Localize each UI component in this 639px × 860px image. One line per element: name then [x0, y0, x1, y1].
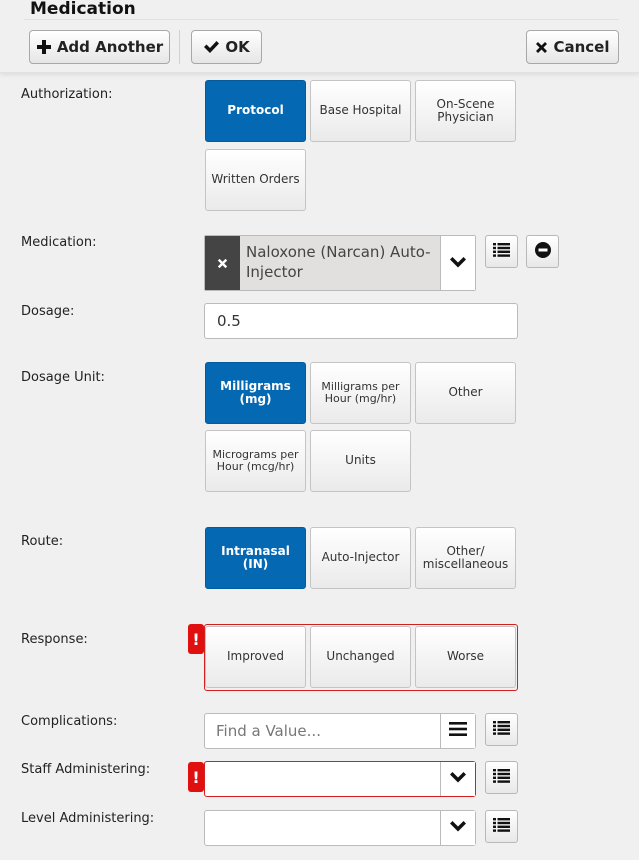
dosage-input[interactable]: 0.5	[204, 303, 518, 339]
medication-list-button[interactable]	[485, 235, 518, 268]
check-icon	[203, 40, 220, 54]
minus-circle-icon	[534, 241, 551, 262]
medication-select[interactable]: Naloxone (Narcan) Auto-Injector	[204, 235, 476, 291]
level-administering-dropdown-toggle[interactable]	[440, 811, 475, 845]
complications-list-button[interactable]	[485, 713, 518, 746]
dosage-label: Dosage:	[21, 304, 75, 319]
remove-medication-button[interactable]	[526, 235, 559, 268]
staff-administering-select[interactable]	[204, 761, 476, 797]
staff-administering-required-alert: !	[188, 762, 204, 792]
dosage-unit-option-other[interactable]: Other	[415, 362, 516, 424]
staff-administering-list-button[interactable]	[485, 761, 518, 794]
page-title: Medication	[30, 0, 136, 19]
route-label: Route:	[21, 534, 64, 549]
authorization-option-protocol[interactable]: Protocol	[205, 80, 306, 142]
add-another-button[interactable]: Add Another	[29, 30, 170, 64]
level-administering-select[interactable]	[204, 810, 476, 846]
complications-label: Complications:	[21, 714, 118, 729]
response-option-unchanged[interactable]: Unchanged	[310, 626, 411, 688]
response-option-worse[interactable]: Worse	[415, 626, 516, 688]
staff-administering-dropdown-toggle[interactable]	[440, 762, 475, 796]
chevron-down-icon	[449, 819, 467, 837]
level-administering-label: Level Administering:	[21, 811, 155, 826]
list-icon	[493, 720, 510, 739]
medication-dropdown-toggle[interactable]	[440, 236, 475, 290]
dosage-unit-label: Dosage Unit:	[21, 370, 105, 385]
clear-selection-button[interactable]	[205, 236, 240, 290]
dosage-unit-option-milligrams-per-hour[interactable]: Milligrams per Hour (mg/hr)	[310, 362, 411, 424]
complications-search-input[interactable]: Find a Value...	[204, 713, 476, 749]
staff-administering-label: Staff Administering:	[21, 762, 151, 777]
medication-value: Naloxone (Narcan) Auto-Injector	[246, 243, 431, 282]
authorization-label: Authorization:	[21, 87, 113, 102]
list-icon	[493, 817, 510, 836]
route-option-auto-injector[interactable]: Auto-Injector	[310, 527, 411, 589]
dosage-unit-option-micrograms-per-hour[interactable]: Micrograms per Hour (mcg/hr)	[205, 430, 306, 492]
medication-label: Medication:	[21, 235, 97, 250]
dosage-value: 0.5	[217, 312, 241, 330]
list-icon	[493, 768, 510, 787]
authorization-option-on-scene-physician[interactable]: On-Scene Physician	[415, 80, 516, 142]
plus-icon	[36, 39, 52, 55]
route-option-other-miscellaneous[interactable]: Other/ miscellaneous	[415, 527, 516, 589]
header-separator	[179, 30, 180, 64]
level-administering-list-button[interactable]	[485, 810, 518, 843]
header-bar: Medication Add Another OK Cancel	[0, 0, 639, 73]
complications-placeholder: Find a Value...	[216, 722, 321, 740]
authorization-option-base-hospital[interactable]: Base Hospital	[310, 80, 411, 142]
add-another-label: Add Another	[56, 38, 164, 56]
response-required-alert: !	[188, 624, 204, 654]
cancel-label: Cancel	[553, 38, 610, 56]
dosage-unit-option-units[interactable]: Units	[310, 430, 411, 492]
ok-label: OK	[225, 38, 250, 56]
cancel-button[interactable]: Cancel	[526, 30, 619, 64]
list-icon	[493, 242, 510, 261]
title-divider	[24, 19, 619, 20]
response-option-improved[interactable]: Improved	[205, 626, 306, 688]
close-icon	[535, 41, 548, 54]
close-icon	[217, 254, 228, 273]
authorization-option-written-orders[interactable]: Written Orders	[205, 149, 306, 211]
ok-button[interactable]: OK	[191, 30, 262, 64]
chevron-down-icon	[449, 254, 467, 273]
chevron-down-icon	[449, 770, 467, 788]
complications-menu-button[interactable]	[440, 714, 475, 748]
dosage-unit-option-milligrams[interactable]: Milligrams (mg)	[205, 362, 306, 424]
hamburger-icon	[449, 722, 467, 740]
route-option-intranasal[interactable]: Intranasal (IN)	[205, 527, 306, 589]
response-label: Response:	[21, 632, 88, 647]
